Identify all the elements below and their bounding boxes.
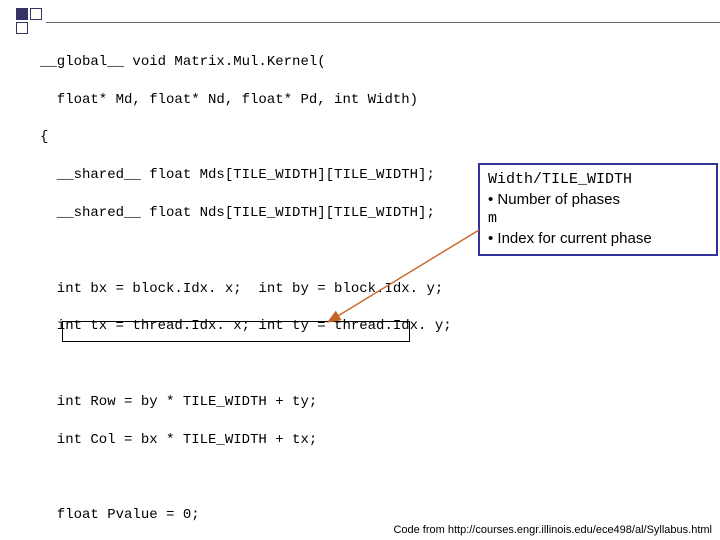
code-line: int Row = by * TILE_WIDTH + ty; (40, 393, 700, 412)
header-divider (46, 22, 720, 23)
code-line: int bx = block.Idx. x; int by = block.Id… (40, 280, 700, 299)
credit-text: Code from http://courses.engr.illinois.e… (393, 524, 712, 536)
code-line: float* Md, float* Nd, float* Pd, int Wid… (40, 91, 700, 110)
annot-bullet: • Index for current phase (488, 229, 708, 249)
annot-code-fragment: m (488, 209, 708, 229)
code-line (40, 355, 700, 374)
code-listing: __global__ void Matrix.Mul.Kernel( float… (40, 34, 700, 540)
annot-bullet: • Number of phases (488, 190, 708, 210)
for-loop-highlight-box (62, 321, 410, 342)
annotation-callout: Width/TILE_WIDTH • Number of phases m • … (478, 163, 718, 256)
annot-line: Width/TILE_WIDTH (488, 169, 708, 190)
code-line: int Col = bx * TILE_WIDTH + tx; (40, 431, 700, 450)
code-line: { (40, 128, 700, 147)
code-line: float Pvalue = 0; (40, 506, 700, 525)
deco-square-filled (16, 8, 28, 20)
code-line (40, 468, 700, 487)
annot-code-fragment: /TILE_WIDTH (533, 171, 632, 188)
annot-code-fragment: Width (488, 171, 533, 188)
deco-square-outline (30, 8, 42, 20)
deco-square-outline (16, 22, 28, 34)
code-line: __global__ void Matrix.Mul.Kernel( (40, 53, 700, 72)
